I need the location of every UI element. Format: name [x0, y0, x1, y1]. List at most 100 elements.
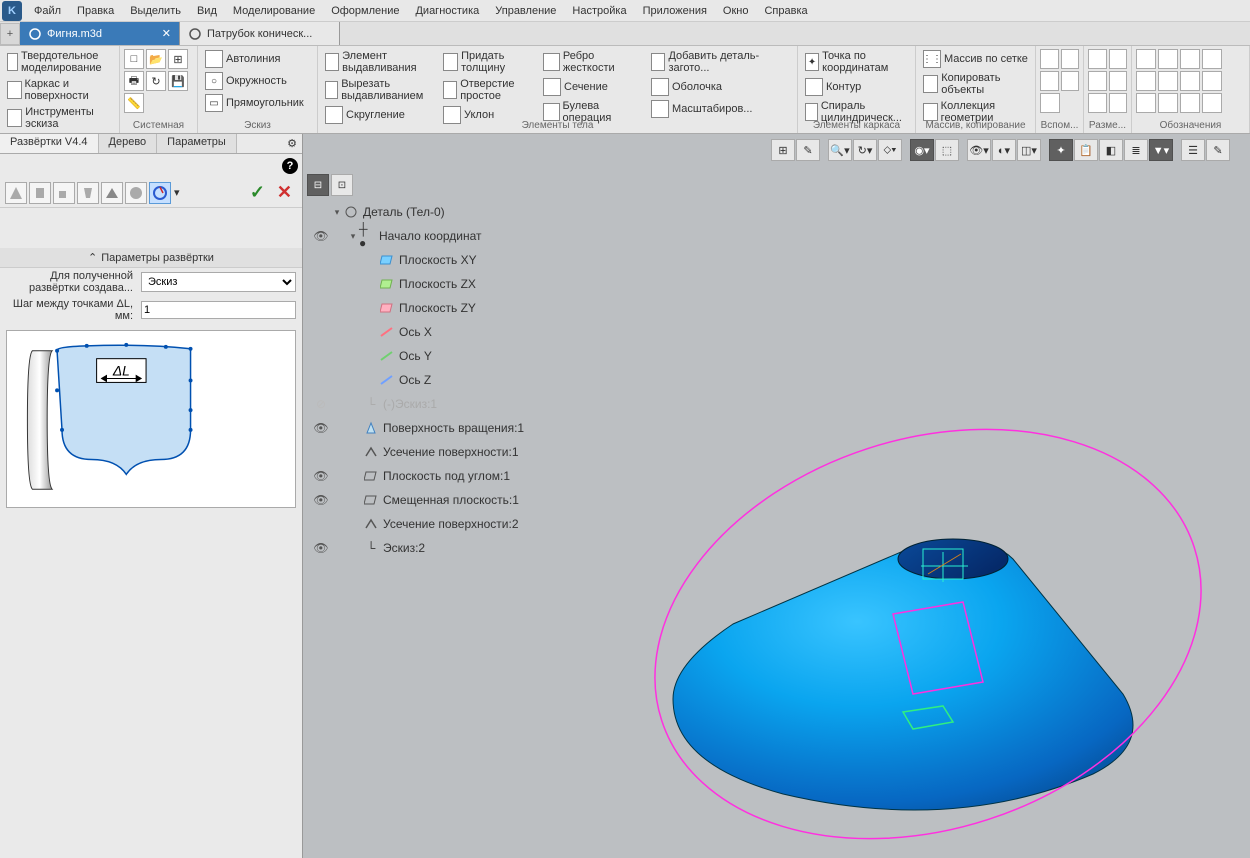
gear-icon[interactable]: ⚙ — [282, 134, 302, 153]
menu-window[interactable]: Окно — [715, 2, 757, 20]
aux1-icon[interactable] — [1040, 49, 1059, 69]
dim2-icon[interactable] — [1109, 49, 1128, 69]
tree-revolve[interactable]: 👁 Поверхность вращения:1 — [311, 416, 587, 440]
vt-hide-icon[interactable]: 👁▾ — [967, 139, 991, 161]
add-part-button[interactable]: Добавить деталь-загото... — [647, 48, 775, 76]
sym6-icon[interactable] — [1158, 71, 1178, 91]
cylinder-icon[interactable] — [29, 182, 51, 204]
tree-plane-zy[interactable]: Плоскость ZY — [311, 296, 587, 320]
copy-button[interactable]: Копировать объекты — [919, 70, 1032, 98]
custom-icon[interactable] — [149, 182, 171, 204]
menu-manage[interactable]: Управление — [487, 2, 564, 20]
point-button[interactable]: ✦Точка по координатам — [801, 48, 912, 76]
help-icon[interactable]: ? — [282, 158, 298, 174]
tree-origin[interactable]: 👁 ▾ ┼ ● Начало координат — [311, 224, 587, 248]
tree-plane-angle[interactable]: 👁 Плоскость под углом:1 — [311, 464, 587, 488]
tree-root[interactable]: ▾ Деталь (Тел-0) — [311, 200, 587, 224]
vt-simplify-icon[interactable]: ◫▾ — [1017, 139, 1041, 161]
cancel-button[interactable]: ✕ — [271, 182, 298, 203]
dim3-icon[interactable] — [1088, 71, 1107, 91]
param-output-select[interactable]: Эскиз — [141, 272, 296, 292]
menu-settings[interactable]: Настройка — [564, 2, 634, 20]
extrude-button[interactable]: Элемент выдавливания — [321, 48, 439, 76]
section-button[interactable]: Сечение — [539, 76, 647, 98]
tree-plane-xy[interactable]: Плоскость XY — [311, 248, 587, 272]
sym9-icon[interactable] — [1136, 93, 1156, 113]
menu-diag[interactable]: Диагностика — [407, 2, 487, 20]
thicken-button[interactable]: Придать толщину — [439, 48, 539, 76]
sketch-tools-button[interactable]: Инструменты эскиза — [3, 104, 116, 132]
tree-axis-y[interactable]: Ось Y — [311, 344, 587, 368]
aux4-icon[interactable] — [1061, 71, 1080, 91]
sym7-icon[interactable] — [1180, 71, 1200, 91]
cone-icon[interactable] — [5, 182, 27, 204]
menu-apps[interactable]: Приложения — [635, 2, 715, 20]
vt-filter-icon[interactable]: ▼▾ — [1149, 139, 1173, 161]
scale-button[interactable]: Масштабиров... — [647, 98, 775, 120]
print-icon[interactable]: 🖶 — [124, 71, 144, 91]
new-doc-icon[interactable]: □ — [124, 49, 144, 69]
menu-select[interactable]: Выделить — [122, 2, 189, 20]
sym4-icon[interactable] — [1202, 49, 1222, 69]
sym11-icon[interactable] — [1180, 93, 1200, 113]
tree-trim2[interactable]: Усечение поверхности:2 — [311, 512, 587, 536]
tree-mode1-icon[interactable]: ⊟ — [307, 174, 329, 196]
vt-perspective-icon[interactable]: ⊞ — [771, 139, 795, 161]
hood-icon[interactable] — [101, 182, 123, 204]
array-button[interactable]: ⋮⋮Массив по сетке — [919, 48, 1032, 70]
vt-props-icon[interactable]: ☰ — [1181, 139, 1205, 161]
panel-tab-unfold[interactable]: Развёртки V4.4 — [0, 134, 99, 153]
solid-modeling-button[interactable]: Твердотельное моделирование — [3, 48, 116, 76]
tree-axis-z[interactable]: Ось Z — [311, 368, 587, 392]
hole-button[interactable]: Отверстие простое — [439, 76, 539, 104]
vt-measure-icon[interactable]: 📋 — [1074, 139, 1098, 161]
tree-plane-zx[interactable]: Плоскость ZX — [311, 272, 587, 296]
visibility-icon[interactable]: 👁 — [311, 421, 331, 435]
doc-tab-inactive[interactable]: Патрубок коническ... — [180, 22, 340, 45]
tree-plane-offset[interactable]: 👁 Смещенная плоскость:1 — [311, 488, 587, 512]
vt-zoom-icon[interactable]: 🔍▾ — [828, 139, 852, 161]
panel-tab-tree[interactable]: Дерево — [99, 134, 158, 153]
tree-sketch1[interactable]: ⊘ └ (-)Эскиз:1 — [311, 392, 587, 416]
dim1-icon[interactable] — [1088, 49, 1107, 69]
sym3-icon[interactable] — [1180, 49, 1200, 69]
tree-sketch2[interactable]: 👁 └ Эскиз:2 — [311, 536, 587, 560]
sym2-icon[interactable] — [1158, 49, 1178, 69]
redo-icon[interactable]: ↻ — [146, 71, 166, 91]
sym12-icon[interactable] — [1202, 93, 1222, 113]
sym1-icon[interactable] — [1136, 49, 1156, 69]
vt-snap-icon[interactable]: ✦ — [1049, 139, 1073, 161]
contour-button[interactable]: Контур — [801, 76, 912, 98]
viewport-3d[interactable]: ⊞ ✎ 🔍▾ ↻▾ ⬦▾ ◉▾ ⬚ 👁▾ ◐▾ ◫▾ ✦ 📋 ◧ ≣ ▼▾ ☰ … — [303, 134, 1250, 858]
elbow-icon[interactable] — [53, 182, 75, 204]
ruler-icon[interactable]: 📏 — [124, 93, 144, 113]
dim5-icon[interactable] — [1088, 93, 1107, 113]
graph-icon[interactable]: ⊞ — [168, 49, 188, 69]
dim6-icon[interactable] — [1109, 93, 1128, 113]
vt-wireframe-icon[interactable]: ⬚ — [935, 139, 959, 161]
menu-design[interactable]: Оформление — [323, 2, 407, 20]
apply-button[interactable]: ✓ — [244, 182, 271, 203]
visibility-icon[interactable]: 👁 — [311, 469, 331, 483]
visibility-icon[interactable]: 👁 — [311, 229, 331, 243]
vt-sketch-icon[interactable]: ✎ — [796, 139, 820, 161]
vt-render-icon[interactable]: ◧ — [1099, 139, 1123, 161]
vt-layers-icon[interactable]: ≣ — [1124, 139, 1148, 161]
dim4-icon[interactable] — [1109, 71, 1128, 91]
aux3-icon[interactable] — [1040, 71, 1059, 91]
close-tab-icon[interactable]: ✕ — [152, 27, 171, 40]
cut-extrude-button[interactable]: Вырезать выдавливанием — [321, 76, 439, 104]
circle-button[interactable]: ○Окружность — [201, 70, 314, 92]
save-icon[interactable]: 💾 — [168, 71, 188, 91]
aux5-icon[interactable] — [1040, 93, 1060, 113]
vt-orient-icon[interactable]: ⬦▾ — [878, 139, 902, 161]
sphere-icon[interactable] — [125, 182, 147, 204]
rectangle-button[interactable]: ▭Прямоугольник — [201, 92, 314, 114]
wireframe-button[interactable]: Каркас и поверхности — [3, 76, 116, 104]
vt-shade-icon[interactable]: ◉▾ — [910, 139, 934, 161]
menu-file[interactable]: Файл — [26, 2, 69, 20]
vt-edit-icon[interactable]: ✎ — [1206, 139, 1230, 161]
sym8-icon[interactable] — [1202, 71, 1222, 91]
open-icon[interactable]: 📂 — [146, 49, 166, 69]
vt-rotate-icon[interactable]: ↻▾ — [853, 139, 877, 161]
